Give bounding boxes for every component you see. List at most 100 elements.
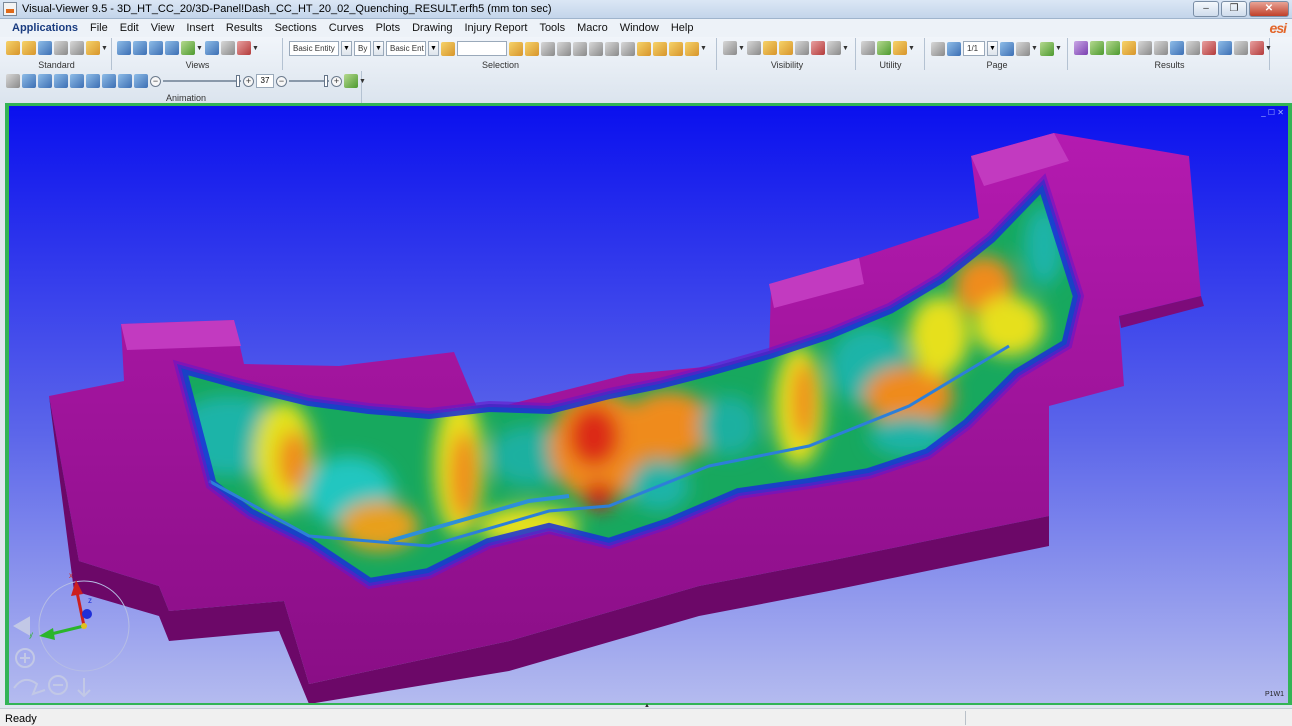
flag-icon[interactable] [621,41,635,56]
table-icon[interactable] [1186,41,1200,55]
frame-number-field[interactable]: 37 [256,74,274,88]
sync-icon[interactable] [1039,41,1054,56]
chart-icon[interactable] [1218,41,1232,55]
material-icon[interactable] [877,41,891,55]
sphere-icon[interactable] [893,41,907,55]
blank-icon[interactable] [810,41,825,55]
plus-icon[interactable]: + [331,75,342,87]
menu-applications[interactable]: Applications [0,22,84,34]
vector-icon[interactable] [1106,41,1120,55]
crosshair-icon[interactable] [605,41,619,56]
measure-icon[interactable] [861,41,875,55]
step-back-icon[interactable] [54,74,68,88]
view-iso-icon[interactable] [117,41,131,55]
viewport-window-controls[interactable]: _ ☐ ✕ [1261,108,1284,117]
menu-curves[interactable]: Curves [323,22,370,34]
maximize-button[interactable]: ❐ [1221,1,1247,17]
legend-icon[interactable] [1138,41,1152,55]
selection-search-input[interactable] [457,41,507,56]
close-button[interactable]: ✕ [1249,1,1289,17]
last-frame-icon[interactable] [118,74,132,88]
play-icon[interactable] [70,74,84,88]
minus-icon[interactable]: − [150,75,161,87]
chevron-down-icon[interactable]: ▼ [700,45,707,52]
chevron-down-icon[interactable]: ▼ [1031,45,1038,52]
menu-plots[interactable]: Plots [370,22,406,34]
paste-icon[interactable] [86,41,100,55]
hide-icon[interactable] [778,41,793,55]
menu-tools[interactable]: Tools [533,22,571,34]
view-front-icon[interactable] [133,41,147,55]
layer-icon[interactable] [1170,41,1184,55]
plus-icon[interactable]: + [243,75,254,87]
chevron-down-icon[interactable]: ▼ [101,45,108,52]
chevron-down-icon[interactable]: ▼ [987,41,998,56]
pick-icon[interactable] [441,41,455,56]
chevron-down-icon[interactable]: ▼ [1265,45,1272,52]
menu-injury-report[interactable]: Injury Report [458,22,533,34]
menu-view[interactable]: View [145,22,181,34]
entity-combo[interactable]: Basic Entity [289,41,339,56]
iso-surface-icon[interactable] [1122,41,1136,55]
pan-icon[interactable] [204,41,219,55]
select-poly-icon[interactable] [541,41,555,56]
page-combo[interactable]: 1/1 [963,41,985,56]
select-none-icon[interactable] [557,41,571,56]
window-layout-icon[interactable] [1016,41,1030,56]
menu-macro[interactable]: Macro [571,22,614,34]
pen-icon[interactable] [1202,41,1216,55]
report-icon[interactable] [1250,41,1264,55]
select-box-icon[interactable] [525,41,539,56]
history-icon[interactable] [1234,41,1248,55]
chevron-down-icon[interactable]: ▼ [252,45,259,52]
step-forward-icon[interactable] [86,74,100,88]
highlight-icon[interactable] [637,41,651,56]
chevron-down-icon[interactable]: ▼ [908,45,915,52]
visibility-pick-icon[interactable] [723,41,737,55]
chevron-down-icon[interactable]: ▼ [738,45,745,52]
by-combo[interactable]: By [354,41,371,56]
rotate-icon[interactable] [181,41,195,55]
menu-sections[interactable]: Sections [269,22,323,34]
cut-icon[interactable] [54,41,68,55]
menu-results[interactable]: Results [220,22,269,34]
marker-remove-icon[interactable] [669,41,683,56]
first-frame-icon[interactable] [22,74,36,88]
loop-icon[interactable] [134,74,148,88]
minus-icon[interactable]: − [276,75,287,87]
frame-slider[interactable] [163,75,241,87]
chevron-down-icon[interactable]: ▼ [359,78,366,85]
menu-file[interactable]: File [84,22,114,34]
next-page-icon[interactable] [1000,41,1014,56]
select-all-icon[interactable] [509,41,523,56]
marker-clear-icon[interactable] [685,41,699,56]
minimize-button[interactable]: – [1193,1,1219,17]
open-folder-icon[interactable] [22,41,36,55]
probe-icon[interactable] [1154,41,1168,55]
chevron-down-icon[interactable]: ▼ [842,45,849,52]
chevron-down-icon[interactable]: ▼ [373,41,384,56]
reverse-icon[interactable] [826,41,841,55]
rewind-icon[interactable] [38,74,52,88]
entity-combo-2[interactable]: Basic Ent [386,41,426,56]
save-icon[interactable] [38,41,52,55]
fast-forward-icon[interactable] [102,74,116,88]
cursor-icon[interactable] [573,41,587,56]
fit-icon[interactable] [236,41,251,55]
menu-window[interactable]: Window [614,22,665,34]
zoom-icon[interactable] [220,41,235,55]
copy-icon[interactable] [70,41,84,55]
contour-icon[interactable] [1074,41,1088,55]
marker-icon[interactable] [653,41,667,56]
chevron-down-icon[interactable]: ▼ [196,45,203,52]
menu-help[interactable]: Help [665,22,700,34]
view-side-icon[interactable] [149,41,163,55]
deformation-icon[interactable] [1090,41,1104,55]
menu-insert[interactable]: Insert [180,22,220,34]
menu-drawing[interactable]: Drawing [406,22,458,34]
new-file-icon[interactable] [6,41,20,55]
show-icon[interactable] [762,41,777,55]
eye-icon[interactable] [746,41,761,55]
chevron-down-icon[interactable]: ▼ [428,41,439,56]
chevron-down-icon[interactable]: ▼ [1055,45,1062,52]
